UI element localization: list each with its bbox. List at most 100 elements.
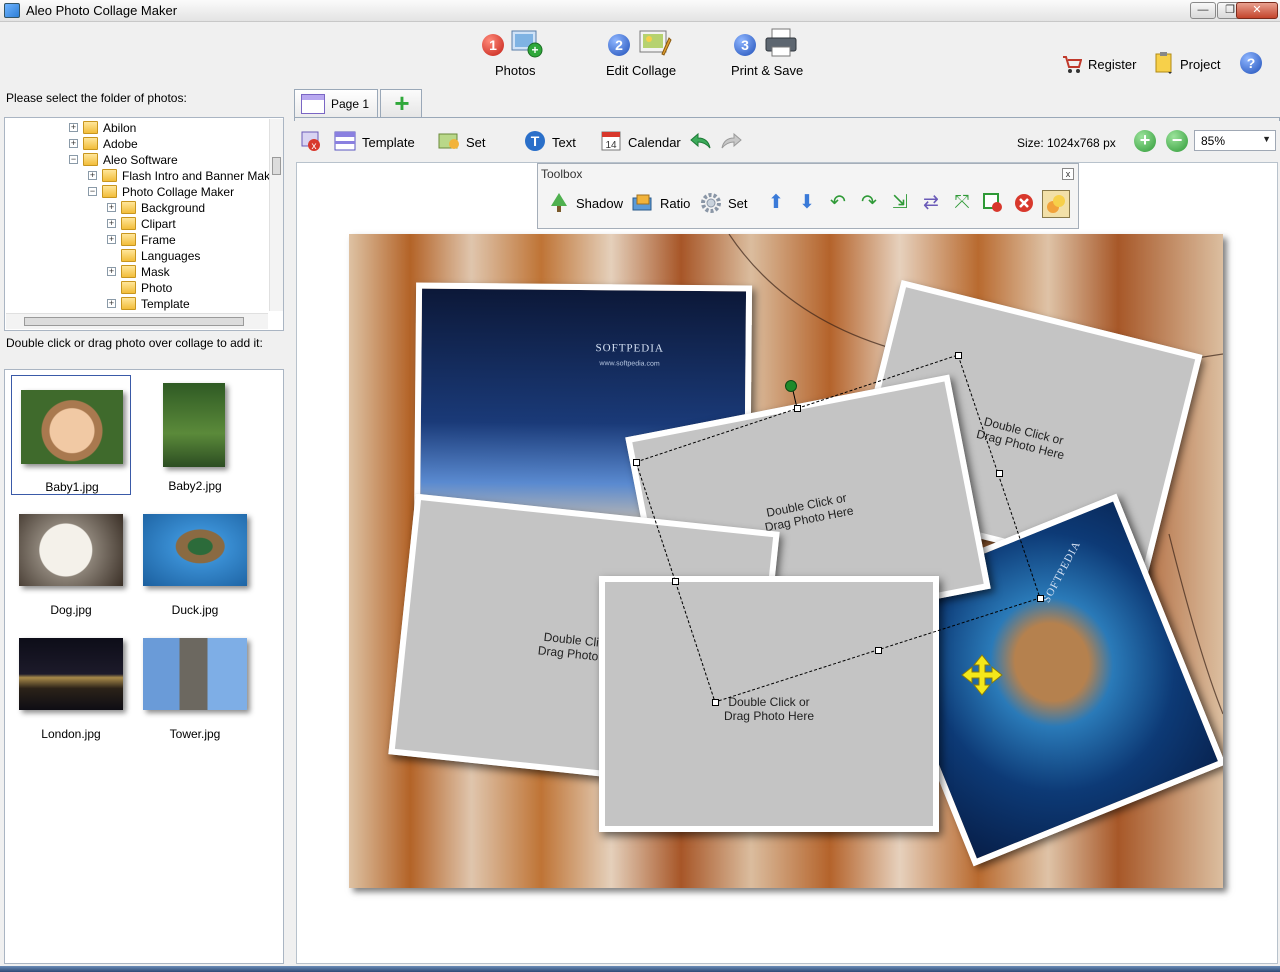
thumbnail-duck[interactable]: Duck.jpg (135, 499, 255, 619)
help-icon[interactable]: ? (1240, 52, 1262, 74)
folder-icon (121, 233, 136, 246)
add-page-icon: + (394, 88, 410, 118)
tree-collapse-icon[interactable]: − (88, 187, 97, 196)
tree-expand-icon[interactable]: + (69, 139, 78, 148)
redo-icon (720, 130, 742, 152)
zoom-in-button[interactable]: + (1134, 130, 1156, 152)
folder-icon (83, 121, 98, 134)
resize-handle[interactable] (955, 352, 962, 359)
resize-handle[interactable] (794, 405, 801, 412)
canvas-area[interactable]: Toolbox x Shadow Ratio Set ⬆ ⬇ ↶ ↷ ⇲ ⇄ ⤧… (296, 162, 1278, 964)
thumbnail-baby2[interactable]: Baby2.jpg (135, 375, 255, 495)
step-number-3: 3 (734, 34, 756, 56)
project-menu-button[interactable]: Project (1154, 52, 1228, 76)
folder-icon (102, 185, 117, 198)
step-number-2: 2 (608, 34, 630, 56)
align-icon[interactable]: ⇄ (919, 192, 943, 216)
tab-label: Page 1 (331, 97, 370, 111)
thumbnail-tower[interactable]: Tower.jpg (135, 623, 255, 743)
toolbox-panel: Toolbox x Shadow Ratio Set ⬆ ⬇ ↶ ↷ ⇲ ⇄ ⤧ (537, 163, 1079, 229)
taskbar (0, 966, 1280, 972)
template-label: Template (362, 135, 415, 150)
redo-button[interactable] (720, 130, 746, 154)
effects-icon[interactable] (1042, 190, 1070, 218)
project-label: Project (1180, 57, 1221, 72)
delete-icon[interactable] (1012, 192, 1036, 216)
thumbnail-dog[interactable]: Dog.jpg (11, 499, 131, 619)
svg-text:x: x (312, 141, 317, 152)
shopping-cart-icon (1062, 52, 1083, 74)
zoom-out-button[interactable]: − (1166, 130, 1188, 152)
text-icon: T (524, 130, 546, 152)
watermark-text: SOFTPEDIA (595, 342, 664, 355)
tree-expand-icon[interactable]: + (69, 123, 78, 132)
tab-page-1[interactable]: Page 1 (294, 89, 378, 117)
thumbnail-baby1[interactable]: Baby1.jpg (11, 375, 131, 495)
tree-expand-icon[interactable]: + (107, 203, 116, 212)
delete-page-button[interactable]: x (300, 130, 330, 154)
folder-tree[interactable]: + Abilon + Adobe − Aleo Software + Flash Int… (4, 117, 284, 331)
template-button[interactable]: Template (334, 130, 424, 154)
canvas-size-label: Size: 1024x768 px (1017, 136, 1116, 150)
rotate-handle-icon[interactable] (785, 380, 797, 392)
tree-expand-icon[interactable]: + (107, 219, 116, 228)
fit-icon[interactable]: ⤧ (950, 192, 974, 216)
resize-handle[interactable] (712, 699, 719, 706)
rotate-right-icon[interactable]: ↷ (857, 192, 881, 216)
edit-collage-icon (638, 28, 672, 58)
register-button[interactable]: Register (1062, 52, 1142, 76)
step-edit-collage[interactable]: 2 Edit Collage (606, 26, 686, 80)
page-icon (301, 94, 325, 114)
close-button[interactable]: ✕ (1236, 2, 1278, 19)
undo-button[interactable] (688, 130, 714, 154)
bring-forward-icon[interactable]: ⬆ (764, 192, 788, 216)
resize-handle[interactable] (1037, 595, 1044, 602)
toolbox-close-button[interactable]: x (1062, 168, 1074, 180)
thumbnail-image (21, 390, 123, 464)
add-page-tab[interactable]: + (380, 89, 422, 117)
calendar-button[interactable]: 14 Calendar (600, 130, 686, 154)
watermark-url: www.softpedia.com (599, 360, 660, 368)
photo-placeholder-bottom[interactable]: Double Click or Drag Photo Here (599, 576, 939, 832)
tree-expand-icon[interactable]: + (107, 299, 116, 308)
crop-icon[interactable] (981, 192, 1005, 216)
toolbox-set-button[interactable]: Set (700, 192, 750, 216)
scrollbar-thumb[interactable] (24, 317, 244, 326)
folder-label: Please select the folder of photos: (6, 91, 187, 105)
register-label: Register (1088, 57, 1137, 72)
tree-vertical-scrollbar[interactable] (269, 119, 283, 311)
ratio-button[interactable]: Ratio (632, 192, 692, 216)
rotate-left-icon[interactable]: ↶ (826, 192, 850, 216)
tree-expand-icon[interactable]: + (107, 267, 116, 276)
resize-handle[interactable] (633, 459, 640, 466)
text-button[interactable]: T Text (524, 130, 584, 154)
template-icon (334, 130, 356, 152)
thumbnail-label: Dog.jpg (50, 603, 92, 617)
resize-handle[interactable] (875, 647, 882, 654)
app-icon (4, 3, 20, 18)
calendar-label: Calendar (628, 135, 681, 150)
tree-horizontal-scrollbar[interactable] (6, 313, 268, 329)
ratio-icon (632, 192, 654, 214)
shadow-button[interactable]: Shadow (548, 192, 624, 216)
resize-handle[interactable] (672, 578, 679, 585)
tree-expand-icon[interactable]: + (107, 235, 116, 244)
thumbnail-image (19, 638, 123, 710)
set-button[interactable]: Set (438, 130, 498, 154)
resize-handle[interactable] (996, 470, 1003, 477)
folder-icon (121, 265, 136, 278)
thumbnail-london[interactable]: London.jpg (11, 623, 131, 743)
tree-collapse-icon[interactable]: − (69, 155, 78, 164)
step-photos[interactable]: 1 + Photos (482, 26, 554, 80)
flip-icon[interactable]: ⇲ (888, 192, 912, 216)
scrollbar-thumb[interactable] (272, 157, 281, 175)
tree-expand-icon[interactable]: + (88, 171, 97, 180)
collage-page[interactable]: SOFTPEDIA www.softpedia.com Double Click… (349, 234, 1223, 888)
main-area: Page 1 + x Template Set T Text 14 Calend… (292, 86, 1280, 966)
photo-thumbnails: Baby1.jpg Baby2.jpg Dog.jpg Duck.jpg Lon… (4, 369, 284, 964)
send-backward-icon[interactable]: ⬇ (795, 192, 819, 216)
minimize-button[interactable]: — (1190, 2, 1216, 19)
zoom-select[interactable]: 85% ▼ (1194, 130, 1276, 151)
step-print-save[interactable]: 3 Print & Save (731, 26, 812, 80)
folder-icon (121, 249, 136, 262)
